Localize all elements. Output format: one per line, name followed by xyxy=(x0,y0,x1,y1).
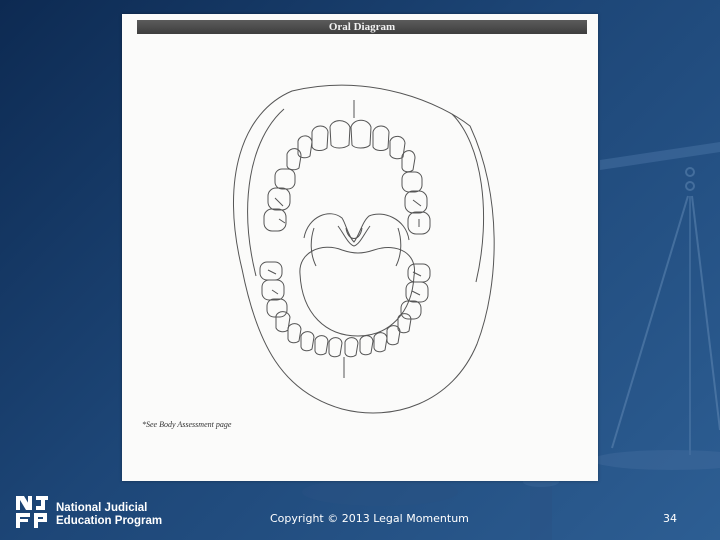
diagram-title-bar: Oral Diagram xyxy=(137,20,587,34)
oral-diagram-page: Oral Diagram *See Body Assessment page xyxy=(122,14,598,481)
diagram-title: Oral Diagram xyxy=(328,21,396,33)
upper-teeth xyxy=(263,119,431,235)
copyright-notice: Copyright © 2013 Legal Momentum xyxy=(270,512,469,525)
tongue xyxy=(299,246,415,337)
njep-logo-icon xyxy=(16,496,48,528)
footnote: *See Body Assessment page xyxy=(142,420,232,429)
throat xyxy=(303,213,410,267)
logo-text: National Judicial Education Program xyxy=(56,502,162,528)
slide-number: 34 xyxy=(663,512,677,525)
slide: Oral Diagram *See Body Assessment page N… xyxy=(0,0,720,540)
open-mouth-diagram xyxy=(232,84,495,414)
logo-line-1: National Judicial xyxy=(56,502,148,514)
logo-line-2: Education Program xyxy=(56,515,163,527)
njep-logo: National Judicial Education Program xyxy=(14,494,184,530)
